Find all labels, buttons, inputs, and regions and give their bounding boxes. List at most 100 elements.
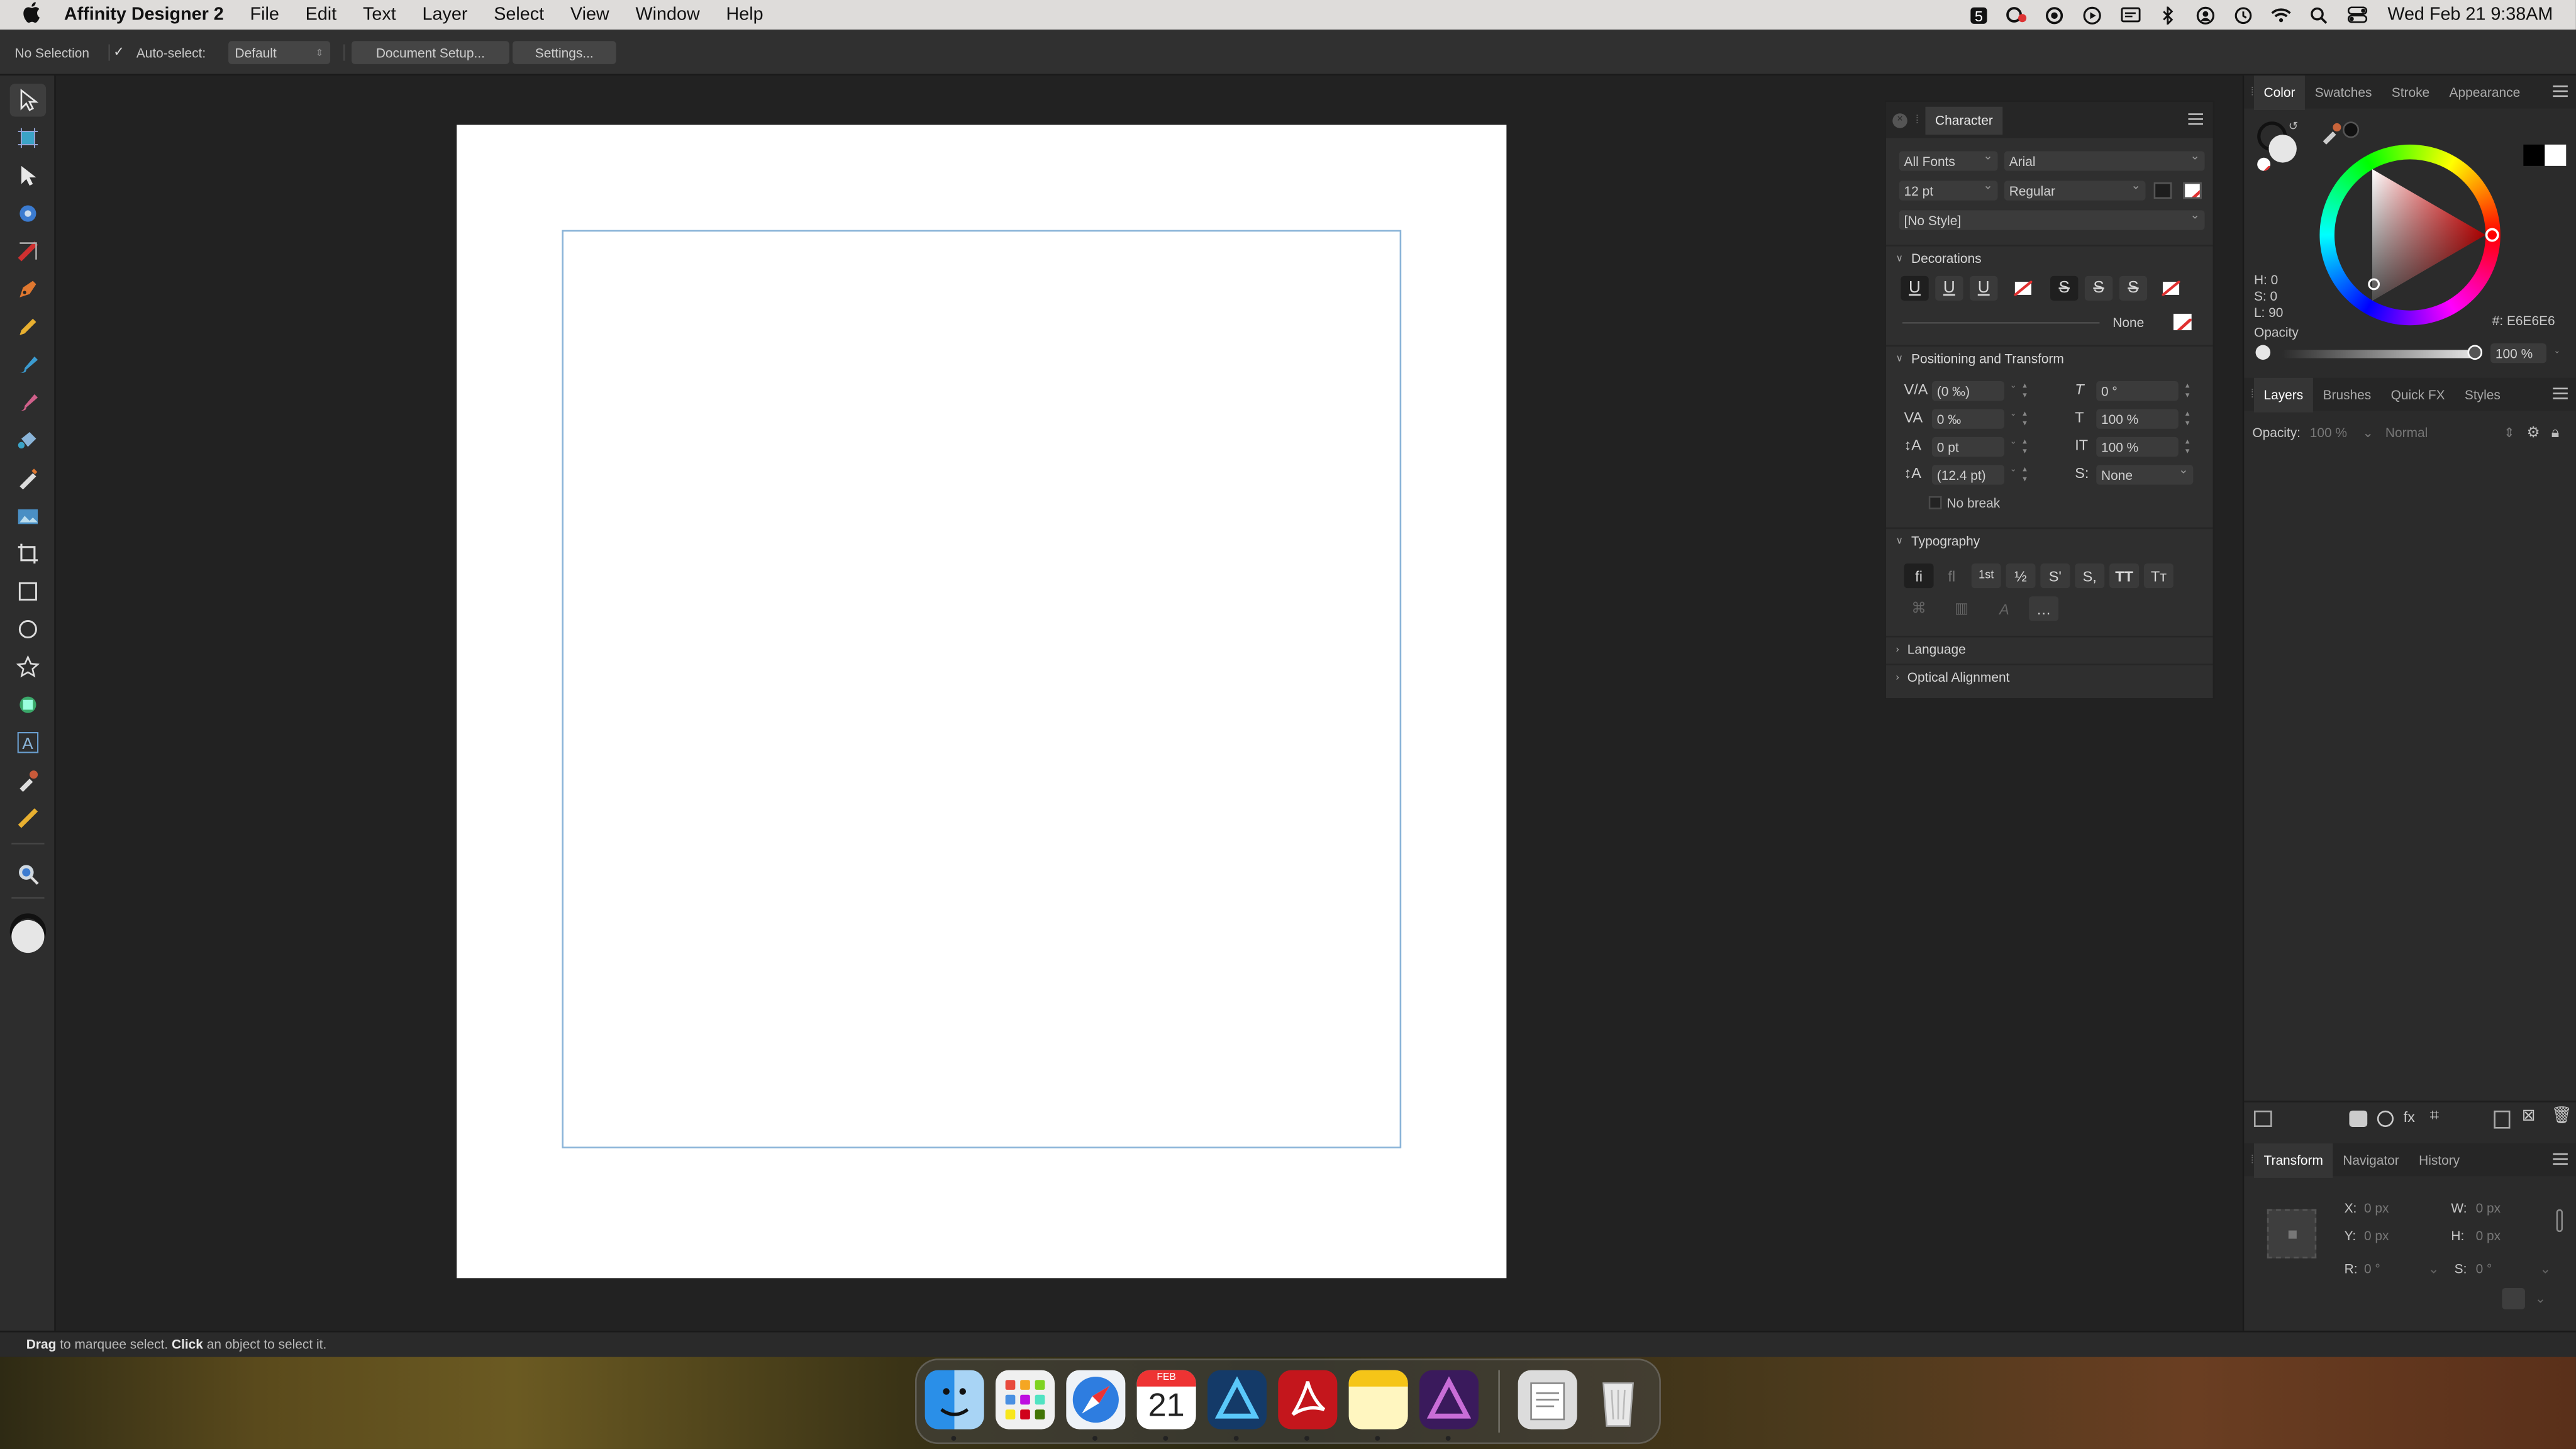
tracking-dropdown-icon[interactable]: ⌄ <box>2007 409 2019 428</box>
trash-icon[interactable] <box>1589 1370 1648 1430</box>
fill-tool-icon[interactable] <box>10 424 46 457</box>
auto-select-dropdown[interactable]: Default ⇕ <box>228 41 331 64</box>
tab-navigator[interactable]: Navigator <box>2333 1152 2409 1167</box>
app-name-menu[interactable]: Affinity Designer 2 <box>64 5 224 25</box>
horizontal-scale-field[interactable]: 100 % <box>2096 436 2179 457</box>
tab-styles[interactable]: Styles <box>2455 387 2510 402</box>
picked-color-swatch[interactable] <box>2342 121 2360 138</box>
line-weight-slider[interactable] <box>1902 321 2100 324</box>
paint-brush-tool-icon[interactable] <box>10 386 46 419</box>
font-family-dropdown[interactable]: Arial <box>2004 150 2205 171</box>
screen-record-icon[interactable] <box>2044 6 2065 24</box>
group-icon[interactable]: ⊠ <box>2522 1108 2536 1126</box>
font-collection-dropdown[interactable]: All Fonts <box>1899 150 1998 171</box>
r-field[interactable]: 0 ° <box>2364 1262 2380 1277</box>
tracking-stepper-icon[interactable]: ▴ ▾ <box>2019 409 2030 428</box>
horizontal-scale-stepper-icon[interactable]: ▴ ▾ <box>2182 437 2193 457</box>
artboard-tool-icon[interactable] <box>10 121 46 154</box>
menu-layer[interactable]: Layer <box>423 5 468 25</box>
grip-icon[interactable]: ⁞ <box>1916 114 1919 126</box>
no-color-icon[interactable] <box>2257 157 2271 171</box>
fill-stroke-well-icon[interactable] <box>8 913 48 962</box>
affinity-designer-icon[interactable] <box>1207 1370 1267 1430</box>
play-icon[interactable] <box>2082 6 2103 24</box>
calendar-icon[interactable]: FEB 21 <box>1136 1370 1196 1430</box>
panel-menu-icon[interactable] <box>2553 1153 2568 1165</box>
tab-layers[interactable]: Layers <box>2253 377 2313 412</box>
decoration-color-icon[interactable] <box>2173 313 2192 331</box>
tab-swatches[interactable]: Swatches <box>2305 85 2382 100</box>
typography-section[interactable]: ∨ Typography <box>1885 527 2213 554</box>
stylistic-sets-icon[interactable]: ▥ <box>1946 596 1976 621</box>
s-field[interactable]: 0 ° <box>2476 1262 2492 1277</box>
color-triangle[interactable] <box>2319 145 2500 325</box>
clock[interactable]: Wed Feb 21 9:38AM <box>2387 5 2553 25</box>
strikethrough-style-icon[interactable]: S <box>2119 275 2148 301</box>
layer-arrange-icon[interactable] <box>2253 1110 2272 1127</box>
baseline-field[interactable]: 0 pt <box>1931 436 2004 457</box>
font-weight-dropdown[interactable]: Regular <box>2004 179 2146 201</box>
vertical-scale-field[interactable]: 100 % <box>2096 409 2179 429</box>
text-style-dropdown[interactable]: [No Style] <box>1899 209 2205 230</box>
x-field[interactable]: 0 px <box>2364 1201 2389 1216</box>
leading-field[interactable]: (12.4 pt) <box>1931 465 2004 485</box>
document-setup-button[interactable]: Document Setup... <box>352 41 509 64</box>
layer-opacity-value[interactable]: 100 % <box>2310 426 2347 441</box>
text-fill-swatch[interactable] <box>2153 182 2172 199</box>
shear-field[interactable]: 0 ° <box>2096 381 2179 401</box>
opacity-slider-handle[interactable] <box>2467 345 2483 360</box>
underline-style-icon[interactable]: U <box>1970 275 1998 301</box>
layer-opacity-dropdown-icon[interactable]: ⌄ <box>2362 426 2373 441</box>
opacity-field[interactable]: 100 % <box>2490 343 2546 364</box>
hex-readout[interactable]: #: E6E6E6 <box>2492 314 2555 329</box>
node-tool-icon[interactable] <box>10 159 46 192</box>
five-icon[interactable]: 5 <box>1968 6 1990 24</box>
tab-quick-fx[interactable]: Quick FX <box>2381 387 2455 402</box>
no-fill-swatch-icon[interactable] <box>2183 182 2202 199</box>
add-layer-icon[interactable] <box>2494 1110 2511 1129</box>
strikethrough-double-icon[interactable]: S <box>2084 275 2113 301</box>
color-picker-icon[interactable] <box>2319 121 2343 145</box>
shear-stepper-icon[interactable]: ▴ ▾ <box>2182 381 2193 401</box>
layer-settings-gear-icon[interactable]: ⚙ <box>2527 424 2540 442</box>
black-swatch[interactable] <box>2523 144 2545 166</box>
star-tool-icon[interactable] <box>10 650 46 683</box>
strikethrough-icon[interactable]: S <box>2050 275 2079 301</box>
move-tool-icon[interactable] <box>9 84 47 117</box>
alternates-icon[interactable]: ⌘ <box>1904 596 1934 621</box>
underline-double-icon[interactable]: U <box>1935 275 1963 301</box>
underline-no-color-icon[interactable] <box>2009 276 2037 301</box>
tab-color[interactable]: Color <box>2253 74 2306 109</box>
menu-select[interactable]: Select <box>494 5 544 25</box>
time-machine-icon[interactable] <box>2233 6 2255 24</box>
lock-icon[interactable]: 🔒︎ <box>2551 424 2560 442</box>
tab-brushes[interactable]: Brushes <box>2313 387 2381 402</box>
corner-tool-icon[interactable] <box>10 197 46 230</box>
tracking-field[interactable]: 0 ‰ <box>1931 409 2004 429</box>
transform-origin-dropdown-icon[interactable]: ⌄ <box>2535 1291 2546 1306</box>
notes-icon[interactable] <box>1348 1370 1408 1430</box>
color-wheel[interactable] <box>2319 144 2501 326</box>
acrobat-icon[interactable] <box>1278 1370 1338 1430</box>
opacity-slider[interactable] <box>2282 350 2476 358</box>
swap-icon[interactable]: ↺ <box>2289 120 2298 133</box>
blend-mode-dropdown[interactable]: Normal <box>2385 426 2428 441</box>
launchpad-icon[interactable] <box>995 1370 1055 1430</box>
vertical-scale-stepper-icon[interactable]: ▴ ▾ <box>2182 409 2193 428</box>
leading-stepper-icon[interactable]: ▴ ▾ <box>2019 465 2030 484</box>
tab-appearance[interactable]: Appearance <box>2440 85 2530 100</box>
menu-help[interactable]: Help <box>726 5 763 25</box>
pen-tool-icon[interactable] <box>10 273 46 306</box>
documents-icon[interactable] <box>1518 1370 1577 1430</box>
more-typography-icon[interactable]: … <box>2029 596 2059 621</box>
tab-transform[interactable]: Transform <box>2253 1142 2333 1177</box>
settings-button[interactable]: Settings... <box>513 41 616 64</box>
white-swatch[interactable] <box>2545 144 2567 166</box>
menu-window[interactable]: Window <box>636 5 700 25</box>
mask-icon[interactable] <box>2349 1110 2368 1127</box>
baseline-stepper-icon[interactable]: ▴ ▾ <box>2019 437 2030 457</box>
bluetooth-icon[interactable] <box>2158 6 2179 24</box>
subscript-icon[interactable]: S, <box>2075 563 2105 589</box>
ordinals-icon[interactable]: 1st <box>1971 563 2001 589</box>
wifi-icon[interactable] <box>2271 6 2292 24</box>
